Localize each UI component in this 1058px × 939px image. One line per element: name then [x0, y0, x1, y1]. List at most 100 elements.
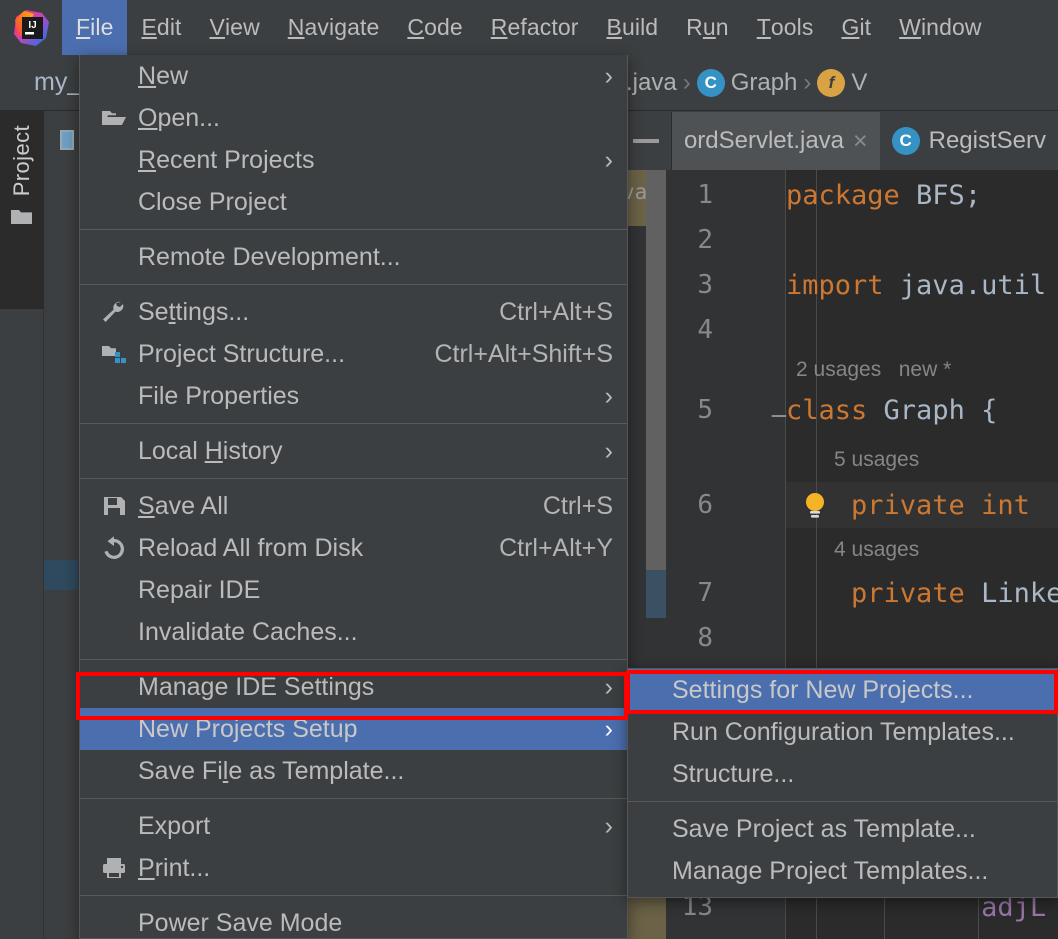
- submenu-item-label: Manage Project Templates...: [672, 856, 989, 885]
- menubar-item-file[interactable]: File: [62, 0, 128, 55]
- file-menu-item-new[interactable]: New ›: [80, 55, 627, 97]
- file-menu-item-manage-ide-settings[interactable]: Manage IDE Settings ›: [80, 666, 627, 708]
- project-tree-item-icon: [58, 128, 78, 154]
- chevron-right-icon: ›: [604, 61, 613, 90]
- usage-hint[interactable]: 4 usages: [834, 538, 919, 562]
- file-menu-item-print[interactable]: Print...: [80, 847, 627, 889]
- submenu-item-label: Save Project as Template...: [672, 814, 976, 843]
- submenu-item-label: Structure...: [672, 759, 795, 788]
- menubar-item-navigate[interactable]: Navigate: [274, 0, 394, 55]
- left-tool-window-bar: Project: [0, 111, 44, 939]
- file-menu-item-label: Open...: [138, 103, 221, 132]
- file-menu-item-label: File Properties: [138, 381, 300, 410]
- file-menu-item-local-history[interactable]: Local History ›: [80, 430, 627, 472]
- chevron-right-icon: ›: [604, 381, 613, 410]
- submenu-item-structure[interactable]: Structure...: [628, 753, 1057, 795]
- new-projects-setup-submenu[interactable]: Settings for New Projects... Run Configur…: [627, 668, 1058, 898]
- line-number: 5: [697, 395, 713, 425]
- line-number: 1: [697, 180, 713, 210]
- file-menu-item-power-save-mode[interactable]: Power Save Mode: [80, 902, 627, 938]
- file-menu-item-save-all[interactable]: Save All Ctrl+S: [80, 485, 627, 527]
- editor-tab-ordservlet[interactable]: ordServlet.java ×: [671, 112, 880, 170]
- code-line: class Graph {: [786, 395, 998, 426]
- file-menu-item-label: Power Save Mode: [138, 908, 343, 937]
- submenu-item-settings-for-new-projects[interactable]: Settings for New Projects...: [628, 669, 1057, 711]
- breadcrumb[interactable]: .java › C Graph › f V: [620, 55, 1058, 111]
- submenu-item-run-configuration-templates[interactable]: Run Configuration Templates...: [628, 711, 1057, 753]
- code-line: private Linke: [786, 578, 1058, 609]
- menubar-item-window[interactable]: Window: [885, 0, 995, 55]
- file-menu-item-settings[interactable]: Settings... Ctrl+Alt+S: [80, 291, 627, 333]
- editor-tab-label: ordServlet.java: [683, 127, 845, 154]
- file-menu-item-repair-ide[interactable]: Repair IDE: [80, 569, 627, 611]
- file-menu-item-label: Export: [138, 811, 211, 840]
- file-menu-item-label: Remote Development...: [138, 242, 401, 271]
- file-menu-item-recent-projects[interactable]: Recent Projects ›: [80, 139, 627, 181]
- usage-hint[interactable]: 5 usages: [834, 448, 919, 472]
- file-menu-item-file-properties[interactable]: File Properties ›: [80, 375, 627, 417]
- line-number: 4: [697, 315, 713, 345]
- submenu-item-manage-project-templates[interactable]: Manage Project Templates...: [628, 850, 1057, 892]
- intellij-idea-window: IJ File Edit View Navigate Code Refactor Build…: [0, 0, 1058, 939]
- file-menu-separator: [80, 659, 627, 660]
- line-number: 6: [697, 490, 713, 520]
- editor-tab-bar: ordServlet.java × C RegistServ: [620, 112, 1058, 170]
- file-menu-item-export[interactable]: Export ›: [80, 805, 627, 847]
- scroll-marker: [646, 170, 666, 230]
- file-menu-dropdown[interactable]: New › Open... Recent Projects › Close Project…: [79, 55, 628, 939]
- project-structure-icon: [98, 342, 130, 366]
- file-menu-item-shortcut: Ctrl+Alt+S: [499, 297, 613, 326]
- project-tree-strip: ⌄: [44, 111, 122, 939]
- breadcrumb-separator: ›: [682, 68, 691, 96]
- menubar-item-refactor[interactable]: Refactor: [477, 0, 593, 55]
- svg-text:IJ: IJ: [28, 20, 36, 31]
- menubar-item-build[interactable]: Build: [593, 0, 673, 55]
- file-menu-item-label: New Projects Setup: [138, 714, 358, 743]
- breadcrumb-item-file[interactable]: .java: [626, 69, 677, 97]
- menubar-item-run[interactable]: Run: [672, 0, 743, 55]
- file-menu-item-label: Close Project: [138, 187, 287, 216]
- file-menu-separator: [80, 478, 627, 479]
- editor-tab-registserv[interactable]: C RegistServ: [880, 112, 1058, 170]
- chevron-right-icon: ›: [604, 436, 613, 465]
- file-menu-separator: [80, 895, 627, 896]
- file-menu-item-save-file-as-template[interactable]: Save File as Template...: [80, 750, 627, 792]
- chevron-right-icon: ›: [604, 145, 613, 174]
- file-menu-item-invalidate-caches[interactable]: Invalidate Caches...: [80, 611, 627, 653]
- menubar-item-git[interactable]: Git: [827, 0, 885, 55]
- close-icon[interactable]: ×: [853, 127, 868, 156]
- breadcrumb-item-field[interactable]: V: [851, 69, 867, 97]
- file-menu-item-remote-development[interactable]: Remote Development...: [80, 236, 627, 278]
- menubar-item-view[interactable]: View: [196, 0, 274, 55]
- file-menu-item-shortcut: Ctrl+Alt+Y: [499, 533, 613, 562]
- reload-icon: [98, 536, 130, 560]
- file-menu-item-open[interactable]: Open...: [80, 97, 627, 139]
- scroll-marker-2: [646, 230, 666, 570]
- sidebar-item-project-label: Project: [9, 125, 34, 197]
- print-icon: [98, 856, 130, 880]
- chevron-right-icon: ›: [604, 811, 613, 840]
- submenu-item-label: Settings for New Projects...: [672, 675, 974, 704]
- line-number: 8: [697, 623, 713, 653]
- menubar-item-tools[interactable]: Tools: [743, 0, 828, 55]
- file-menu-item-label: Settings...: [138, 297, 250, 326]
- code-fold-icon[interactable]: ⚊: [770, 398, 788, 423]
- breadcrumb-separator-2: ›: [803, 68, 812, 96]
- usage-hint[interactable]: 2 usages new *: [796, 358, 951, 382]
- breadcrumb-item-class[interactable]: Graph: [731, 69, 798, 97]
- sidebar-item-project[interactable]: Project: [0, 111, 44, 309]
- file-menu-item-project-structure[interactable]: Project Structure... Ctrl+Alt+Shift+S: [80, 333, 627, 375]
- class-badge-icon: C: [696, 68, 725, 97]
- menubar-item-edit[interactable]: Edit: [127, 0, 195, 55]
- line-number: 2: [697, 225, 713, 255]
- file-menu-item-label: Invalidate Caches...: [138, 617, 358, 646]
- menubar-item-code[interactable]: Code: [393, 0, 476, 55]
- folder-icon: [10, 206, 34, 231]
- file-menu-item-close-project[interactable]: Close Project: [80, 181, 627, 223]
- submenu-item-save-project-as-template[interactable]: Save Project as Template...: [628, 808, 1057, 850]
- file-menu-item-new-projects-setup[interactable]: New Projects Setup ›: [80, 708, 627, 750]
- file-menu-item-reload-all-from-disk[interactable]: Reload All from Disk Ctrl+Alt+Y: [80, 527, 627, 569]
- submenu-item-label: Run Configuration Templates...: [672, 717, 1015, 746]
- file-menu-item-label: Reload All from Disk: [138, 533, 364, 562]
- lightbulb-icon[interactable]: [802, 490, 828, 520]
